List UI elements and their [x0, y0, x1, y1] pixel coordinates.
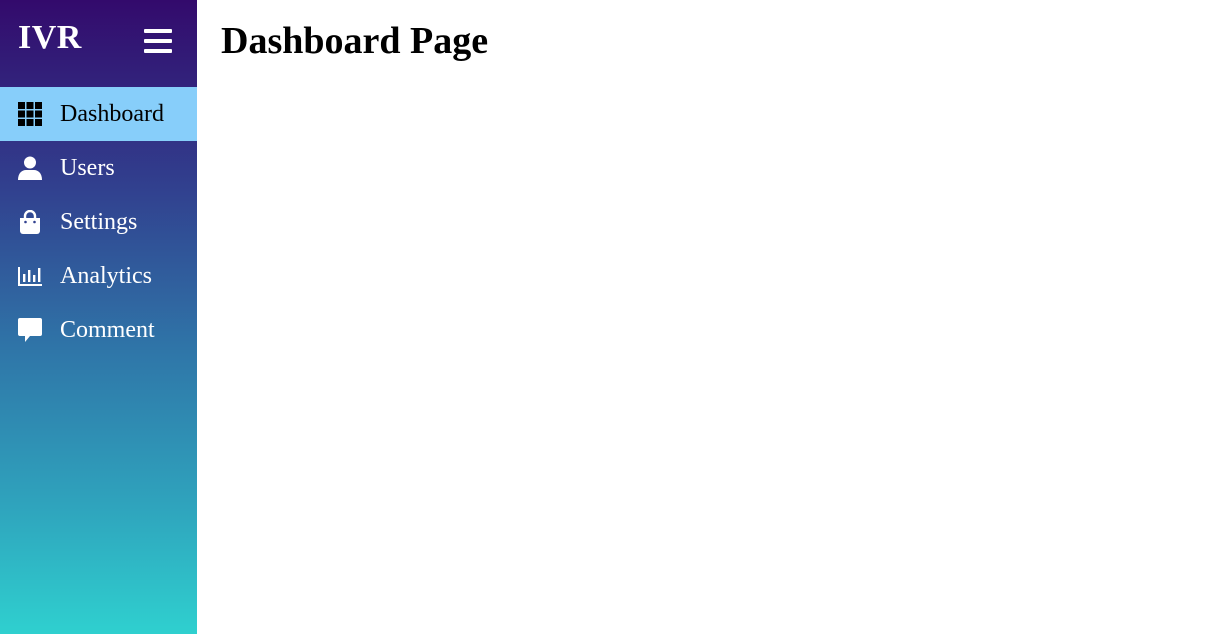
sidebar-item-label: Comment — [60, 317, 155, 343]
page-title: Dashboard Page — [221, 20, 489, 62]
hamburger-menu-icon[interactable] — [144, 29, 172, 55]
sidebar-item-label: Analytics — [60, 263, 152, 289]
comment-icon — [18, 318, 42, 342]
sidebar-item-label: Dashboard — [60, 101, 164, 127]
shopping-bag-icon — [18, 210, 42, 234]
bar-chart-icon — [18, 264, 42, 288]
sidebar-item-settings[interactable]: Settings — [0, 195, 197, 249]
sidebar-header: IVR — [0, 0, 197, 87]
sidebar-item-label: Settings — [60, 209, 138, 235]
grid-icon — [18, 102, 42, 126]
sidebar-item-label: Users — [60, 155, 115, 181]
main-content: Dashboard Page — [197, 0, 1214, 634]
sidebar-item-comment[interactable]: Comment — [0, 303, 197, 357]
sidebar-item-users[interactable]: Users — [0, 141, 197, 195]
sidebar-nav: Dashboard Users Settings Analytics Comme… — [0, 87, 197, 357]
sidebar-item-dashboard[interactable]: Dashboard — [0, 87, 197, 141]
sidebar-item-analytics[interactable]: Analytics — [0, 249, 197, 303]
brand-logo[interactable]: IVR — [18, 21, 82, 55]
user-icon — [18, 156, 42, 180]
sidebar: IVR Dashboard Users Settings Analytics C… — [0, 0, 197, 634]
